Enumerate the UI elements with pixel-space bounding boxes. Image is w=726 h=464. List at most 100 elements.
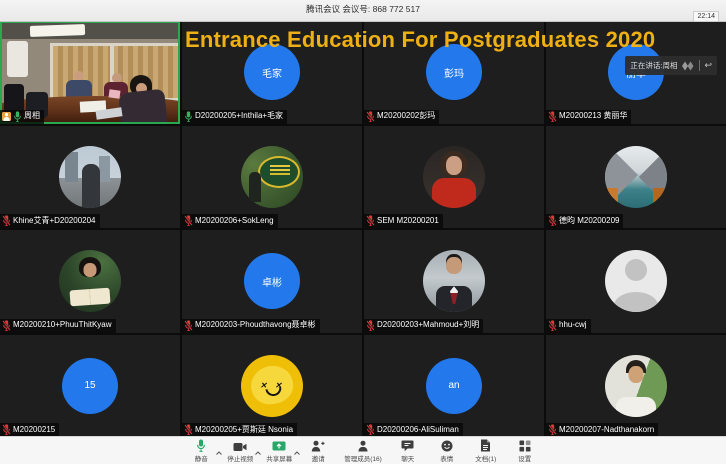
participant-nameplate: 德昀 M20200209 [546,214,623,228]
avatar-photo [605,355,667,417]
mic-muted-icon [184,215,193,226]
participant-name: 德昀 M20200209 [559,216,619,226]
members-icon [357,439,369,452]
video-tile[interactable]: an D20200206-AliSuliman [364,335,544,438]
participant-nameplate: M20200202彭玛 [364,110,439,124]
participant-name: 周相 [24,111,40,121]
avatar-photo [423,146,485,208]
video-tile[interactable]: 15 M20200215 [0,335,180,438]
avatar-initials: 彭玛 [426,44,482,100]
mic-muted-icon [548,424,557,435]
participant-name: hhu-cwj [559,320,587,330]
chat-button[interactable]: 聊天 [395,439,421,463]
video-tile[interactable]: hhu-cwj [546,230,726,333]
window-title-bar: 腾讯会议 会议号: 868 772 517 22:14 [0,0,726,22]
chevron-up-icon[interactable] [294,442,300,460]
mic-on-icon [13,111,22,122]
avatar-initials: 15 [62,358,118,414]
emoji-button[interactable]: 表情 [434,439,460,463]
meeting-id-title: 腾讯会议 会议号: 868 772 517 [0,3,726,15]
participant-name: D20200205+Inthila+毛家 [195,111,283,121]
avatar-photo [59,146,121,208]
video-tile[interactable]: SEM M20200201 [364,126,544,229]
chevron-up-icon[interactable] [255,442,261,460]
participant-name: M20200206+SokLeng [195,216,274,226]
mic-muted-icon [548,215,557,226]
mic-muted-icon [366,111,375,122]
participant-nameplate: M20200203-Phoudthavong聂卓彬 [182,319,320,333]
video-tile[interactable]: 德昀 M20200209 [546,126,726,229]
participant-nameplate: M20200215 [0,423,59,437]
chevron-up-icon[interactable] [216,442,222,460]
participant-name: M20200215 [13,425,55,435]
manage-members-button[interactable]: 管理成员(16) [344,439,382,463]
documents-button[interactable]: 文档(1) [473,439,499,463]
mic-muted-icon [548,111,557,122]
document-icon [480,439,491,452]
participant-name: M20200205+贾斯廷 Nsonia [195,425,293,435]
video-tile[interactable]: M20200207-Nadthanakorn [546,335,726,438]
avatar-initials: an [426,358,482,414]
invite-button[interactable]: 邀请 [305,439,331,463]
clock: 22:14 [693,11,719,22]
participant-name: M20200210+PhuuThitKyaw [13,320,112,330]
participant-nameplate: Khine艾青+D20200204 [0,214,100,228]
mic-muted-icon [2,424,11,435]
video-tile[interactable]: D20200203+Mahmoud+刘明 [364,230,544,333]
settings-icon [519,439,531,452]
participant-nameplate: hhu-cwj [546,319,591,333]
speaking-toast-text: 正在讲话:周相 [630,60,677,71]
mic-on-icon [184,111,193,122]
stop-video-button[interactable]: 停止视频 [227,439,253,463]
participant-name: M20200207-Nadthanakorn [559,425,654,435]
avatar-photo [241,146,303,208]
speaking-toast: 正在讲话:周相 ↩ [625,56,717,75]
video-tile[interactable]: Khine艾青+D20200204 [0,126,180,229]
participant-nameplate: SEM M20200201 [364,214,443,228]
video-tile[interactable]: 卓彬 M20200203-Phoudthavong聂卓彬 [182,230,362,333]
emoji-icon [441,439,453,452]
avatar-photo [605,146,667,208]
classroom-video-feed [0,21,180,124]
settings-button[interactable]: 设置 [512,439,538,463]
mic-muted-icon [548,320,557,331]
mic-muted-icon [2,215,11,226]
share-screen-button[interactable]: 共享屏幕 [266,439,292,463]
mic-muted-icon [366,215,375,226]
avatar-photo [59,250,121,312]
meeting-toolbar: 静音 停止视频 共享屏幕 [0,436,726,464]
video-tile[interactable]: M20200205+贾斯廷 Nsonia [182,335,362,438]
share-screen-icon [272,439,286,452]
video-tile[interactable]: 彭玛 M20200202彭玛 [364,21,544,124]
participant-nameplate: D20200206-AliSuliman [364,423,463,437]
reply-arrow-icon[interactable]: ↩ [704,61,712,70]
volume-indicator-icon [681,61,695,71]
avatar-photo [423,250,485,312]
participant-name: SEM M20200201 [377,216,439,226]
video-tile[interactable]: 周相 [0,21,180,124]
toast-divider [699,60,700,71]
host-badge-icon [2,112,11,121]
mic-muted-icon [366,424,375,435]
participant-nameplate: 周相 [0,110,44,124]
avatar-initials: 卓彬 [244,253,300,309]
mic-muted-icon [366,320,375,331]
video-tile[interactable]: M20200206+SokLeng [182,126,362,229]
participant-name: M20200202彭玛 [377,111,435,121]
participant-nameplate: M20200205+贾斯廷 Nsonia [182,423,297,437]
mic-muted-icon [184,320,193,331]
invite-icon [311,439,325,452]
avatar-photo [605,250,667,312]
participant-name: M20200203-Phoudthavong聂卓彬 [195,320,316,330]
mute-button[interactable]: 静音 [188,439,214,463]
camera-icon [233,439,247,452]
tencent-meeting-window: 腾讯会议 会议号: 868 772 517 22:14 周相 毛家 [0,0,726,464]
video-tile[interactable]: M20200210+PhuuThitKyaw [0,230,180,333]
participant-name: D20200203+Mahmoud+刘明 [377,320,479,330]
participant-nameplate: M20200210+PhuuThitKyaw [0,319,116,333]
participant-name: M20200213 黄丽华 [559,111,627,121]
video-tile[interactable]: 毛家 D20200205+Inthila+毛家 [182,21,362,124]
mic-muted-icon [2,320,11,331]
avatar-initials: 毛家 [244,44,300,100]
mic-muted-icon [184,424,193,435]
